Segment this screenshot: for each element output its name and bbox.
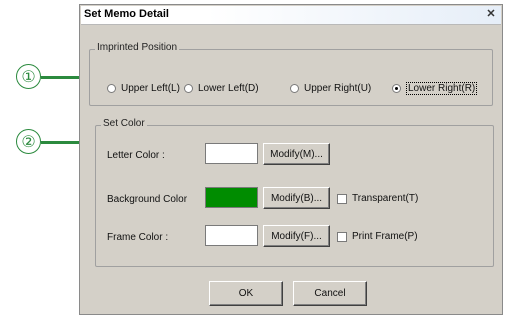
print-frame-checkbox-box[interactable]	[337, 231, 347, 242]
title-bar: Set Memo Detail ✕	[81, 6, 501, 25]
letter-color-label: Letter Color :	[107, 150, 165, 161]
modify-letter-color-button[interactable]: Modify(M)...	[263, 143, 330, 165]
frame-color-swatch	[205, 225, 258, 246]
print-frame-checkbox-label: Print Frame(P)	[352, 231, 418, 242]
radio-upper-right-label: Upper Right(U)	[304, 82, 372, 94]
radio-lower-left-circle[interactable]	[184, 83, 193, 93]
radio-upper-left-label: Upper Left(L)	[121, 82, 180, 94]
radio-lower-left[interactable]: Lower Left(D)	[184, 81, 259, 95]
letter-color-swatch	[205, 143, 258, 164]
dialog-title: Set Memo Detail	[84, 8, 169, 20]
set-color-legend: Set Color	[101, 118, 147, 129]
radio-upper-right-circle[interactable]	[290, 83, 299, 93]
frame-color-label: Frame Color :	[107, 232, 169, 243]
transparent-checkbox[interactable]: Transparent(T)	[337, 193, 418, 204]
transparent-checkbox-box[interactable]	[337, 193, 347, 204]
radio-lower-right[interactable]: Lower Right(R)	[392, 81, 478, 95]
background-color-swatch	[205, 187, 258, 208]
radio-lower-right-label: Lower Right(R)	[406, 81, 478, 95]
transparent-checkbox-label: Transparent(T)	[352, 193, 419, 204]
close-icon[interactable]: ✕	[484, 8, 498, 21]
imprinted-position-group: Imprinted Position	[89, 42, 493, 106]
modify-background-color-button[interactable]: Modify(B)...	[263, 187, 330, 209]
callout-1: ①	[16, 64, 41, 89]
radio-upper-left-circle[interactable]	[107, 83, 116, 93]
radio-upper-right[interactable]: Upper Right(U)	[290, 81, 371, 95]
modify-frame-color-button[interactable]: Modify(F)...	[263, 225, 330, 247]
radio-upper-left[interactable]: Upper Left(L)	[107, 81, 180, 95]
cancel-button[interactable]: Cancel	[293, 281, 367, 306]
callout-2-label: ②	[21, 133, 36, 151]
print-frame-checkbox[interactable]: Print Frame(P)	[337, 231, 418, 242]
background-color-label: Background Color	[107, 194, 188, 205]
callout-1-label: ①	[21, 68, 36, 86]
imprinted-position-legend: Imprinted Position	[95, 42, 180, 53]
radio-lower-right-circle[interactable]	[392, 83, 401, 93]
radio-lower-left-label: Lower Left(D)	[198, 82, 259, 94]
callout-2: ②	[16, 129, 41, 154]
ok-button[interactable]: OK	[209, 281, 283, 306]
